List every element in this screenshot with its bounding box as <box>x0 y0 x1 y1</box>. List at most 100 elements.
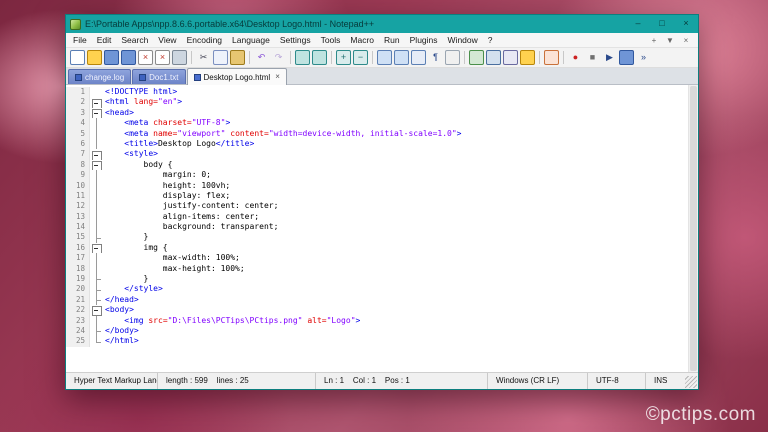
zoom-out-icon[interactable]: − <box>353 50 368 65</box>
document-list-icon[interactable] <box>503 50 518 65</box>
tab-list-chevron-icon[interactable]: ▼ <box>663 34 677 47</box>
close-document-icon[interactable]: × <box>138 50 153 65</box>
code-line[interactable]: 24</body> <box>66 326 688 336</box>
line-number: 15 <box>66 232 90 242</box>
code-line[interactable]: 23 <img src="D:\Files\PCTips\PCtips.png"… <box>66 316 688 326</box>
fold-collapse-icon[interactable] <box>90 243 103 253</box>
replace-icon[interactable] <box>312 50 327 65</box>
tab-desktop-logo-html[interactable]: Desktop Logo.html× <box>187 68 287 85</box>
code-line[interactable]: 15 } <box>66 232 688 242</box>
menu-help[interactable]: ? <box>483 33 498 47</box>
title-bar[interactable]: E:\Portable Apps\npp.8.6.6.portable.x64\… <box>66 15 698 33</box>
code-line[interactable]: 2<html lang="en"> <box>66 97 688 107</box>
paste-icon[interactable] <box>230 50 245 65</box>
menu-edit[interactable]: Edit <box>92 33 117 47</box>
word-wrap-icon[interactable] <box>411 50 426 65</box>
code-line[interactable]: 22<body> <box>66 305 688 315</box>
code-line[interactable]: 21</head> <box>66 295 688 305</box>
code-line[interactable]: 3<head> <box>66 108 688 118</box>
menu-file[interactable]: File <box>68 33 92 47</box>
open-folder-icon[interactable] <box>87 50 102 65</box>
sync-vertical-scroll-icon[interactable] <box>377 50 392 65</box>
undo-icon[interactable]: ↶ <box>254 50 269 65</box>
menu-language[interactable]: Language <box>227 33 275 47</box>
tab-doc1-txt[interactable]: Doc1.txt <box>132 69 185 84</box>
print-icon[interactable] <box>172 50 187 65</box>
new-tab-plus-icon[interactable]: + <box>647 34 661 47</box>
tab-close-icon[interactable]: × <box>275 73 280 81</box>
status-insert-mode[interactable]: INS <box>645 373 685 389</box>
code-text: } <box>103 274 688 284</box>
code-line[interactable]: 4 <meta charset="UTF-8"> <box>66 118 688 128</box>
status-eol-format[interactable]: Windows (CR LF) <box>487 373 587 389</box>
maximize-button[interactable]: □ <box>650 15 674 33</box>
run-macro-multiple-times-icon[interactable]: » <box>636 50 651 65</box>
code-text: display: flex; <box>103 191 688 201</box>
code-line[interactable]: 13 align-items: center; <box>66 212 688 222</box>
code-line[interactable]: 14 background: transparent; <box>66 222 688 232</box>
save-recorded-macro-icon[interactable] <box>619 50 634 65</box>
menu-search[interactable]: Search <box>116 33 153 47</box>
indent-guide-icon[interactable] <box>445 50 460 65</box>
copy-icon[interactable] <box>213 50 228 65</box>
code-line[interactable]: 16 img { <box>66 243 688 253</box>
menu-macro[interactable]: Macro <box>345 33 379 47</box>
code-line[interactable]: 11 display: flex; <box>66 191 688 201</box>
fold-collapse-icon[interactable] <box>90 97 103 107</box>
menu-plugins[interactable]: Plugins <box>405 33 443 47</box>
document-map-icon[interactable] <box>486 50 501 65</box>
fold-collapse-icon[interactable] <box>90 160 103 170</box>
menu-tools[interactable]: Tools <box>316 33 346 47</box>
code-text: <style> <box>103 149 688 159</box>
menu-run[interactable]: Run <box>379 33 405 47</box>
new-file-icon[interactable] <box>70 50 85 65</box>
code-line[interactable]: 25</html> <box>66 336 688 346</box>
editor[interactable]: 1<!DOCTYPE html>2<html lang="en">3<head>… <box>66 85 698 372</box>
code-line[interactable]: 7 <style> <box>66 149 688 159</box>
menu-view[interactable]: View <box>153 33 181 47</box>
code-line[interactable]: 1<!DOCTYPE html> <box>66 87 688 97</box>
stop-recording-icon[interactable]: ■ <box>585 50 600 65</box>
resize-grip[interactable] <box>685 376 697 388</box>
function-list-icon[interactable] <box>469 50 484 65</box>
fold-collapse-icon[interactable] <box>90 149 103 159</box>
find-icon[interactable] <box>295 50 310 65</box>
status-encoding[interactable]: UTF-8 <box>587 373 645 389</box>
code-line[interactable]: 6 <title>Desktop Logo</title> <box>66 139 688 149</box>
tab-change-log[interactable]: change.log <box>68 69 131 84</box>
code-line[interactable]: 8 body { <box>66 160 688 170</box>
folder-as-workspace-icon[interactable] <box>520 50 535 65</box>
menu-window[interactable]: Window <box>443 33 483 47</box>
close-tab-icon[interactable]: × <box>679 34 693 47</box>
fold-collapse-icon[interactable] <box>90 305 103 315</box>
code-line[interactable]: 17 max-width: 100%; <box>66 253 688 263</box>
close-all-documents-icon[interactable]: × <box>155 50 170 65</box>
code-line[interactable]: 19 } <box>66 274 688 284</box>
menu-settings[interactable]: Settings <box>275 33 316 47</box>
scrollbar-thumb[interactable] <box>690 86 697 371</box>
monitoring-icon[interactable] <box>544 50 559 65</box>
save-all-icon[interactable] <box>121 50 136 65</box>
code-text: justify-content: center; <box>103 201 688 211</box>
code-line[interactable]: 12 justify-content: center; <box>66 201 688 211</box>
minimize-button[interactable]: – <box>626 15 650 33</box>
window-title: E:\Portable Apps\npp.8.6.6.portable.x64\… <box>85 19 626 29</box>
code-line[interactable]: 10 height: 100vh; <box>66 181 688 191</box>
vertical-scrollbar[interactable] <box>688 85 698 372</box>
code-line[interactable]: 9 margin: 0; <box>66 170 688 180</box>
redo-icon[interactable]: ↷ <box>271 50 286 65</box>
code-line[interactable]: 5 <meta name="viewport" content="width=d… <box>66 129 688 139</box>
zoom-in-icon[interactable]: + <box>336 50 351 65</box>
close-button[interactable]: × <box>674 15 698 33</box>
sync-horizontal-scroll-icon[interactable] <box>394 50 409 65</box>
playback-macro-icon[interactable]: ▶ <box>602 50 617 65</box>
show-all-characters-icon[interactable]: ¶ <box>428 50 443 65</box>
menu-encoding[interactable]: Encoding <box>182 33 227 47</box>
fold-collapse-icon[interactable] <box>90 108 103 118</box>
line-number: 7 <box>66 149 90 159</box>
cut-icon[interactable]: ✂ <box>196 50 211 65</box>
save-icon[interactable] <box>104 50 119 65</box>
code-line[interactable]: 20 </style> <box>66 284 688 294</box>
record-macro-icon[interactable]: ● <box>568 50 583 65</box>
code-line[interactable]: 18 max-height: 100%; <box>66 264 688 274</box>
